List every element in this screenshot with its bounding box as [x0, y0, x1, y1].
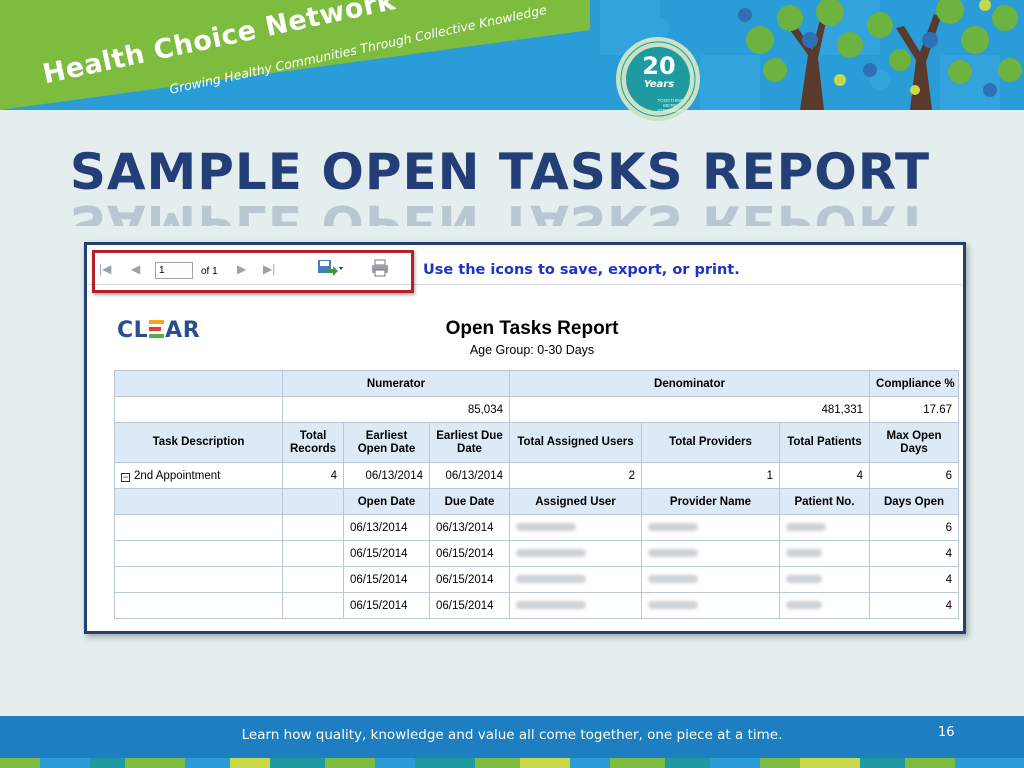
denominator-total: 481,331 [508, 396, 871, 423]
badge-small-text: TOGETHER WE'RE STRONGER [657, 98, 683, 113]
redacted-provider [641, 514, 780, 541]
badge-number: 20 [642, 52, 676, 80]
footer-color-strip [0, 758, 1024, 768]
detail-header-row: Open Date Due Date Assigned User Provide… [114, 488, 960, 515]
report-table: Numerator Denominator Compliance % 85,03… [114, 370, 960, 619]
numerator-total: 85,034 [282, 396, 510, 423]
group-denominator: Denominator [508, 370, 871, 397]
col-provider-name: Provider Name [641, 488, 780, 515]
redacted-user [509, 514, 642, 541]
days-open: 4 [869, 592, 960, 619]
summary-max-open-days: 6 [869, 462, 960, 489]
expand-toggle-icon[interactable]: − [121, 472, 130, 482]
table-row: 06/13/2014 06/13/2014 6 [114, 514, 960, 541]
table-row: 06/15/2014 06/15/2014 4 [114, 540, 960, 567]
col-assigned-user: Assigned User [509, 488, 642, 515]
col-open-date: Open Date [343, 488, 430, 515]
clear-logo-bars-icon [149, 320, 165, 338]
col-patient-no: Patient No. [778, 488, 871, 515]
redacted-provider [641, 566, 780, 593]
due-date: 06/15/2014 [429, 566, 510, 593]
header-banner: Health Choice Network Growing Healthy Co… [0, 0, 1024, 110]
col-total-assigned-users: Total Assigned Users [509, 422, 642, 463]
summary-providers: 1 [641, 462, 780, 489]
slide-title: SAMPLE OPEN TASKS REPORT [69, 143, 931, 201]
report-screenshot: |◀ ◀ of 1 ▶ ▶| Use the icons to save, ex… [84, 242, 966, 634]
col-due-date: Due Date [429, 488, 510, 515]
page-number: 16 [938, 725, 955, 740]
table-row: 06/15/2014 06/15/2014 4 [114, 592, 960, 619]
group-header-row: Numerator Denominator Compliance % [114, 370, 960, 397]
summary-earliest-due: 06/13/2014 [429, 462, 510, 489]
toolbar-highlight-box [92, 250, 414, 293]
col-earliest-open-date: Earliest Open Date [343, 422, 430, 463]
col-task-description: Task Description [114, 422, 283, 463]
clear-logo: CL AR [117, 318, 201, 343]
due-date: 06/15/2014 [429, 540, 510, 567]
days-open: 6 [869, 514, 960, 541]
report-title: Open Tasks Report [445, 318, 619, 339]
col-days-open: Days Open [869, 488, 960, 515]
col-max-open-days: Max Open Days [869, 422, 960, 463]
due-date: 06/13/2014 [429, 514, 510, 541]
summary-row: −2nd Appointment 4 06/13/2014 06/13/2014… [114, 462, 960, 489]
redacted-provider [641, 592, 780, 619]
summary-patients: 4 [778, 462, 871, 489]
column-header-row: Task Description Total Records Earliest … [114, 422, 960, 463]
summary-earliest-open: 06/13/2014 [343, 462, 430, 489]
redacted-provider [641, 540, 780, 567]
redacted-user [509, 592, 642, 619]
task-cell: −2nd Appointment [114, 462, 283, 489]
slide-title-reflection: SAMPLE OPEN TASKS REPORT [0, 200, 1000, 226]
totals-row: 85,034 481,331 17.67 [114, 396, 960, 423]
col-total-providers: Total Providers [641, 422, 780, 463]
open-date: 06/13/2014 [343, 514, 430, 541]
col-total-patients: Total Patients [778, 422, 871, 463]
col-earliest-due-date: Earliest Due Date [429, 422, 510, 463]
footer-text: Learn how quality, knowledge and value a… [241, 727, 783, 743]
days-open: 4 [869, 540, 960, 567]
col-total-records: Total Records [282, 422, 344, 463]
redacted-patient [778, 592, 871, 619]
days-open: 4 [869, 566, 960, 593]
redacted-user [509, 540, 642, 567]
badge-word: Years [643, 79, 675, 90]
group-compliance: Compliance % [869, 370, 960, 397]
open-date: 06/15/2014 [343, 592, 430, 619]
task-name: 2nd Appointment [134, 469, 221, 482]
trees-illustration [738, 0, 1022, 110]
open-date: 06/15/2014 [343, 566, 430, 593]
group-numerator: Numerator [282, 370, 510, 397]
open-date: 06/15/2014 [343, 540, 430, 567]
summary-total-records: 4 [282, 462, 344, 489]
redacted-patient [778, 566, 871, 593]
redacted-patient [778, 514, 871, 541]
summary-assigned-users: 2 [509, 462, 642, 489]
table-row: 06/15/2014 06/15/2014 4 [114, 566, 960, 593]
compliance-total: 17.67 [869, 396, 960, 423]
report-subtitle: Age Group: 0-30 Days [469, 343, 595, 357]
due-date: 06/15/2014 [429, 592, 510, 619]
redacted-patient [778, 540, 871, 567]
toolbar-note: Use the icons to save, export, or print. [423, 262, 740, 278]
redacted-user [509, 566, 642, 593]
